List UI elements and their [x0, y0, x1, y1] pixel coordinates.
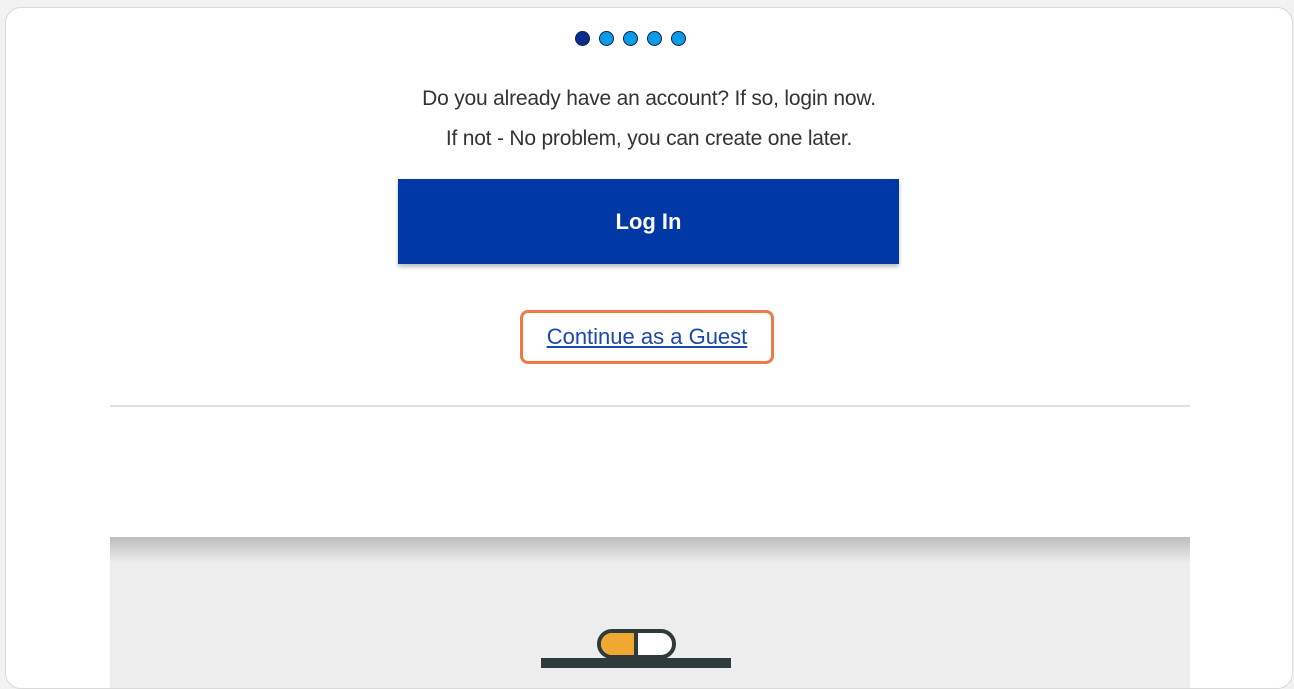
account-prompt-text: Do you already have an account? If so, l…	[422, 87, 876, 110]
continue-as-guest-link[interactable]: Continue as a Guest	[520, 310, 774, 364]
account-later-text: If not - No problem, you can create one …	[445, 127, 853, 150]
illustration-banner	[110, 537, 1190, 688]
section-divider	[110, 405, 1190, 407]
step-dot-3	[623, 31, 638, 46]
step-progress-indicator	[575, 31, 686, 46]
banner-shadow	[110, 537, 1190, 563]
step-dot-5	[671, 31, 686, 46]
step-dot-1	[575, 31, 590, 46]
pill-capsule-icon	[541, 629, 731, 668]
log-in-button[interactable]: Log In	[398, 179, 899, 264]
step-dot-4	[647, 31, 662, 46]
onboarding-card: Do you already have an account? If so, l…	[5, 7, 1293, 689]
step-dot-2	[599, 31, 614, 46]
